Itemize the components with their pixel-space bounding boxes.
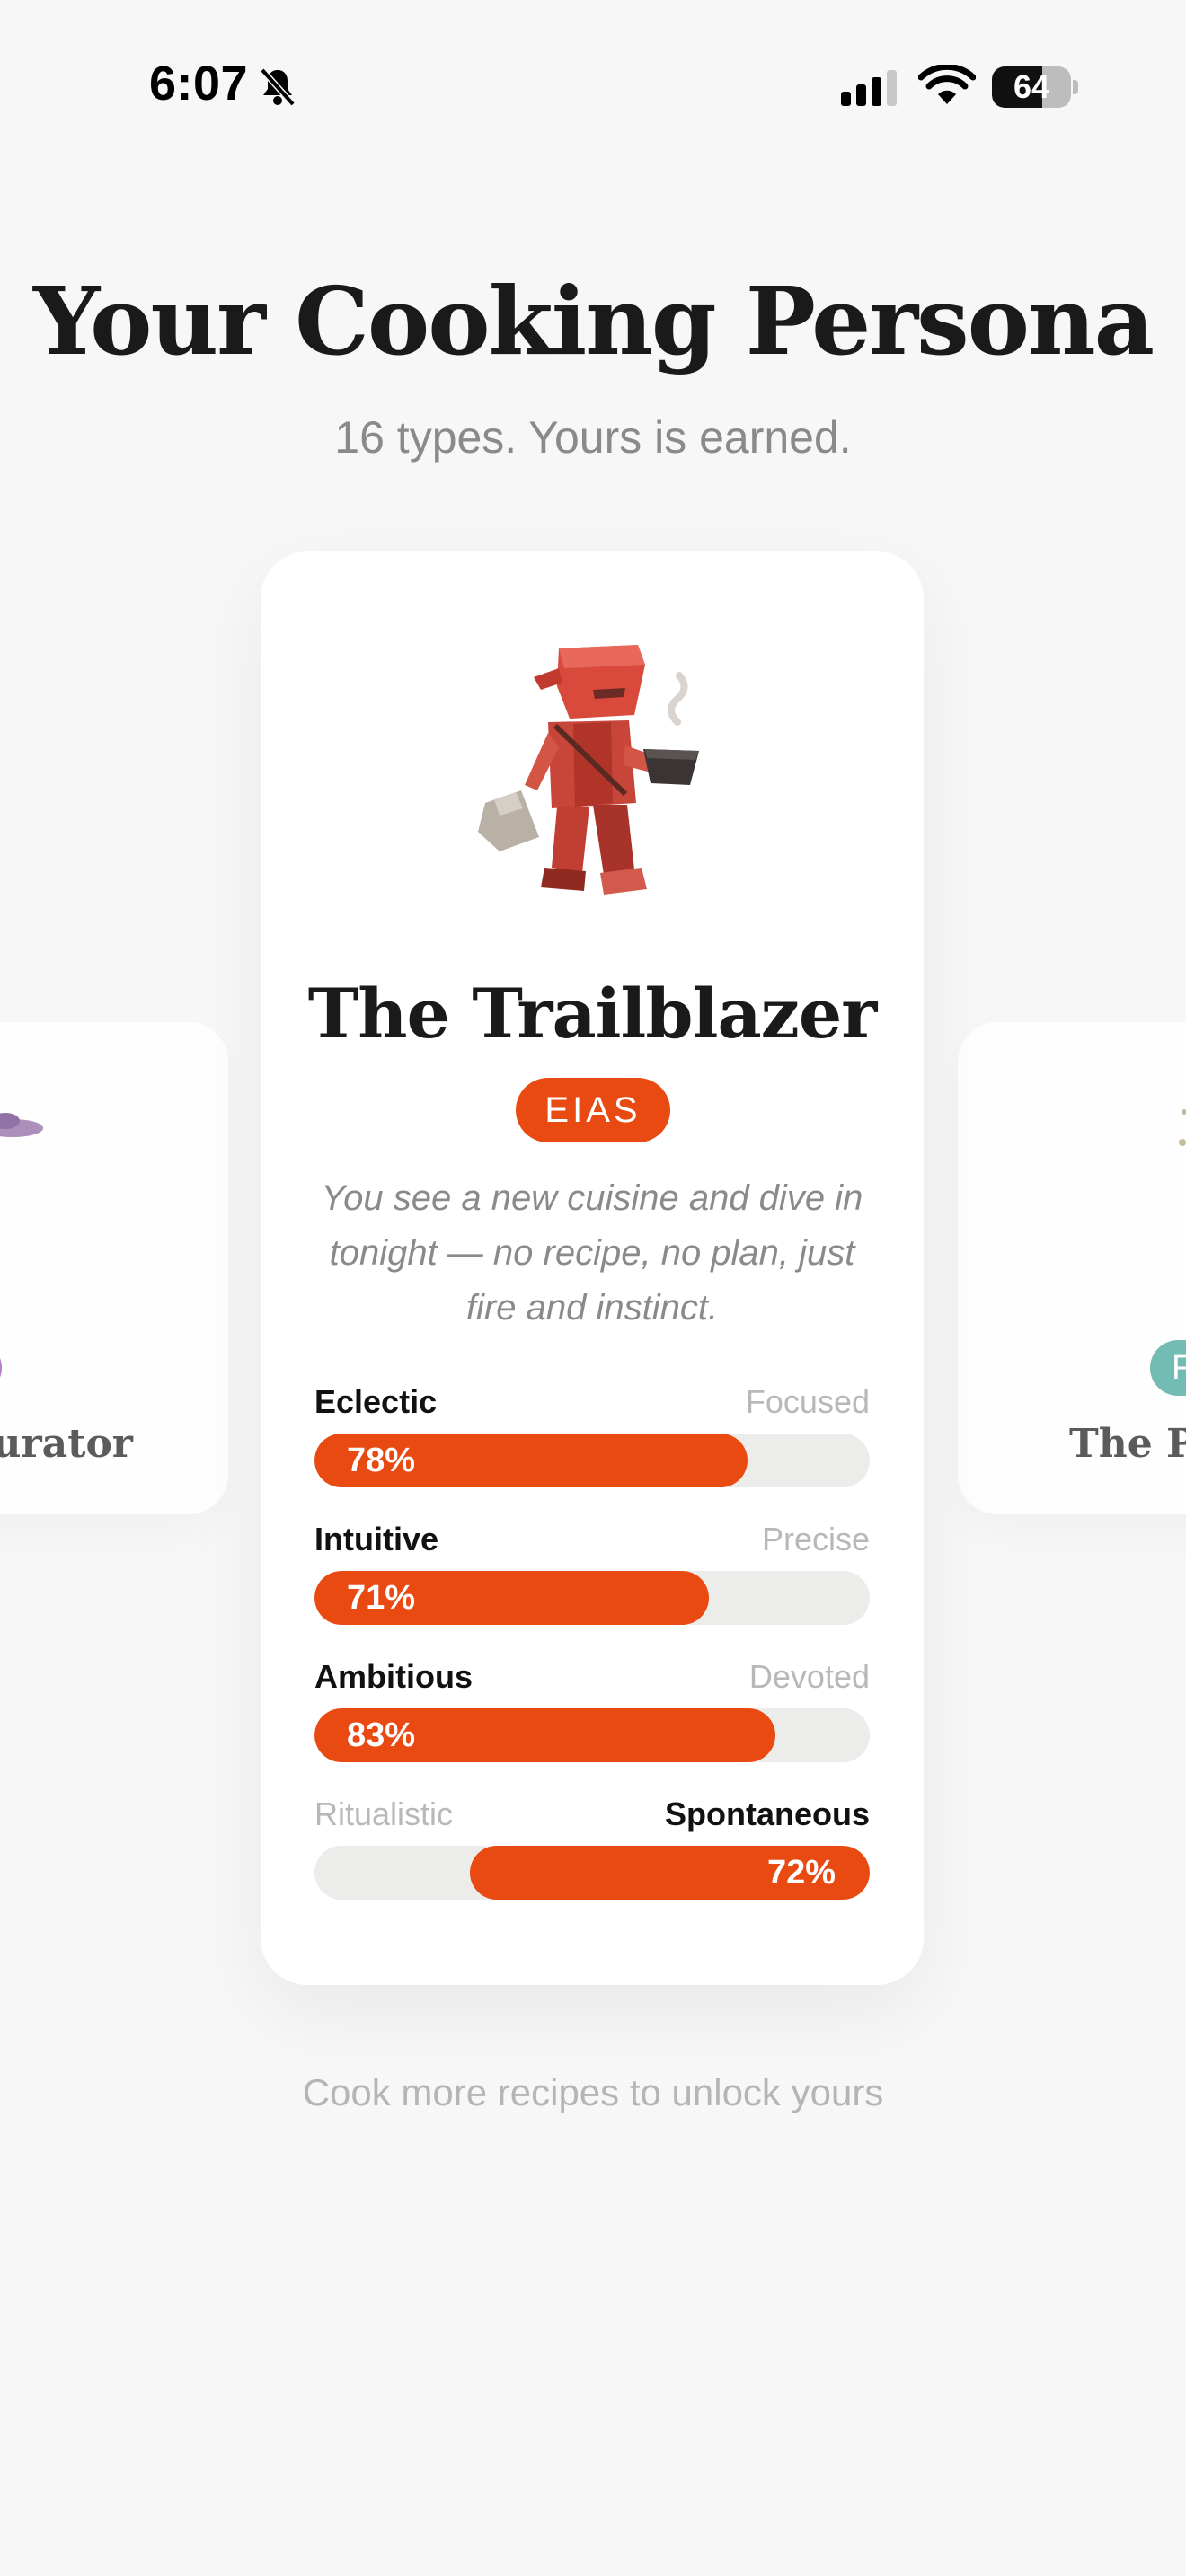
trait-percent: 78% — [347, 1442, 416, 1479]
trait-left-label: Eclectic — [314, 1383, 438, 1420]
trait-left-label: Ritualistic — [314, 1795, 454, 1832]
persona-code-badge: EIAS — [516, 1078, 670, 1142]
trait-right-label: Precise — [761, 1521, 870, 1557]
trait-bar: 78% — [314, 1434, 870, 1487]
trait-right-label: Focused — [745, 1383, 870, 1420]
signal-icon — [841, 70, 897, 106]
page-title: Your Cooking Persona — [32, 266, 1155, 376]
trait-row: Ambitious Devoted 83% — [314, 1653, 870, 1790]
red-voxel-chef-icon — [478, 645, 699, 895]
trait-left-label: Intuitive — [314, 1521, 439, 1557]
persona-figure-icon — [1179, 1109, 1186, 1146]
persona-name: The Trailblazer — [307, 974, 877, 1054]
persona-name: Curator — [0, 1421, 133, 1467]
trait-right-label: Devoted — [748, 1658, 870, 1695]
persona-code-badge: F — [1150, 1340, 1186, 1396]
trait-bar: 71% — [314, 1571, 870, 1625]
battery-icon: 64 — [992, 66, 1078, 108]
trait-list: Eclectic Focused 78% Intuitive Precise 7… — [314, 1378, 870, 1928]
bell-slash-icon — [260, 67, 296, 107]
trait-right-label: Spontaneous — [664, 1795, 870, 1832]
unlock-hint: Cook more recipes to unlock yours — [302, 2071, 884, 2113]
trait-bar: 83% — [314, 1708, 870, 1762]
persona-card-next[interactable]: F The Pe — [958, 1022, 1186, 1514]
page-subtitle: 16 types. Yours is earned. — [334, 412, 852, 463]
persona-card-previous[interactable]: R Curator — [0, 1022, 228, 1514]
trait-row: Ritualistic Spontaneous 72% — [314, 1790, 870, 1928]
persona-description: You see a new cuisine and dive in tonigh… — [321, 1178, 863, 1328]
persona-name: The Pe — [1069, 1421, 1186, 1467]
status-time: 6:07 — [149, 57, 249, 110]
trait-percent: 72% — [766, 1854, 836, 1892]
persona-code-badge: R — [0, 1340, 3, 1396]
wifi-icon — [918, 65, 976, 104]
trait-row: Eclectic Focused 78% — [314, 1378, 870, 1515]
trait-percent: 71% — [347, 1579, 416, 1617]
trait-row: Intuitive Precise 71% — [314, 1515, 870, 1653]
screen: 6:07 64 Your Cooking Persona 16 types. Y… — [0, 0, 1186, 2576]
trait-bar: 72% — [314, 1846, 870, 1900]
purple-persona-icon — [0, 1113, 43, 1137]
persona-card-current[interactable]: The Trailblazer EIAS You see a new cuisi… — [261, 551, 924, 1985]
trait-left-label: Ambitious — [314, 1658, 473, 1695]
trait-percent: 83% — [347, 1716, 416, 1754]
battery-percent: 64 — [1013, 68, 1050, 105]
